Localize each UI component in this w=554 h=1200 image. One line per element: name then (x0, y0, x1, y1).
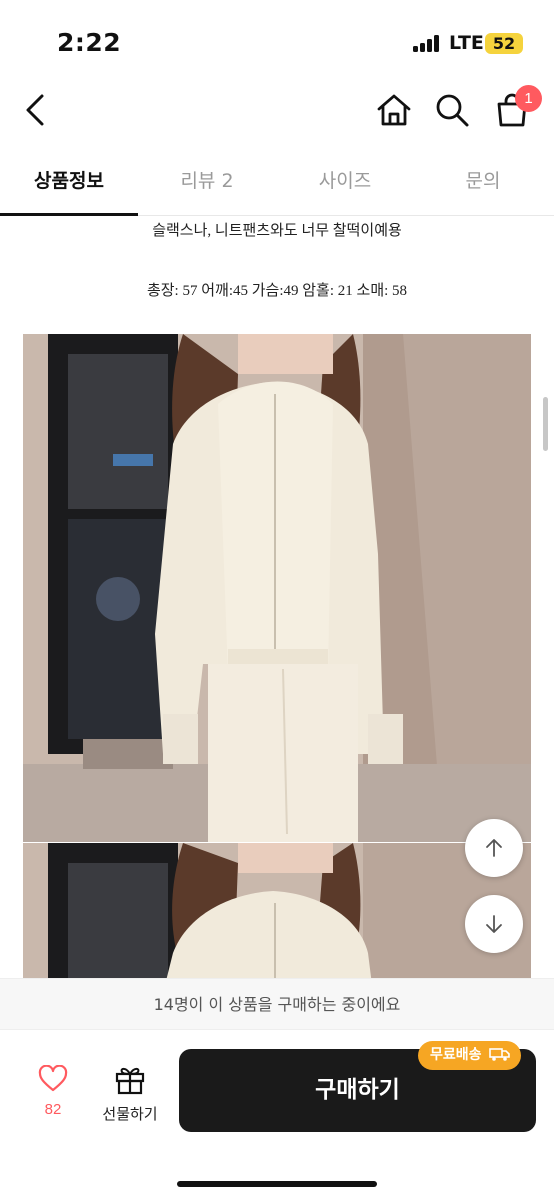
status-time: 2:22 (57, 28, 122, 57)
tab-size[interactable]: 사이즈 (276, 152, 414, 215)
size-spec-line: 총장: 57 어깨:45 가슴:49 암홀: 21 소매: 58 (146, 283, 408, 299)
heart-icon (38, 1064, 68, 1092)
gift-icon (115, 1067, 145, 1095)
search-icon[interactable] (433, 91, 471, 129)
status-bar: 2:22 LTE 52 (0, 0, 554, 80)
cart-count-badge: 1 (515, 85, 542, 112)
battery-indicator: 52 (485, 33, 523, 54)
purchase-bar: 82 선물하기 구매하기 무료배송 (0, 1031, 554, 1200)
scroll-down-button[interactable] (465, 895, 523, 953)
home-indicator (177, 1181, 377, 1187)
product-photo (23, 334, 531, 842)
like-count: 82 (44, 1101, 62, 1118)
signal-icon (413, 34, 441, 52)
free-shipping-label: 무료배송 (430, 1047, 482, 1063)
truck-icon (489, 1048, 511, 1061)
arrow-up-icon (486, 839, 502, 857)
like-button[interactable]: 82 (28, 1064, 78, 1118)
product-tabs: 상품정보 리뷰 2 사이즈 문의 (0, 152, 554, 216)
free-shipping-badge: 무료배송 (418, 1041, 522, 1070)
scroll-up-button[interactable] (465, 819, 523, 877)
gift-label: 선물하기 (102, 1105, 158, 1123)
arrow-down-icon (486, 915, 502, 933)
description-line: 슬랙스나, 니트팬츠와도 너무 찰떡이예용 (152, 223, 402, 239)
top-nav: 1 (0, 80, 554, 140)
purchase-activity-notice: 14명이 이 상품을 구매하는 중이에요 (0, 978, 554, 1030)
product-photo (23, 843, 531, 978)
tab-inquiry[interactable]: 문의 (414, 152, 552, 215)
network-label: LTE (449, 32, 484, 54)
tab-reviews[interactable]: 리뷰 2 (138, 152, 276, 215)
product-detail-content[interactable]: 슬랙스나, 니트팬츠와도 너무 찰떡이예용 총장: 57 어깨:45 가슴:49… (0, 216, 554, 978)
back-icon[interactable] (22, 92, 52, 128)
tab-product-info[interactable]: 상품정보 (0, 152, 138, 215)
home-icon[interactable] (375, 91, 413, 129)
page-scrollbar[interactable] (543, 397, 548, 451)
gift-button[interactable]: 선물하기 (96, 1065, 164, 1124)
